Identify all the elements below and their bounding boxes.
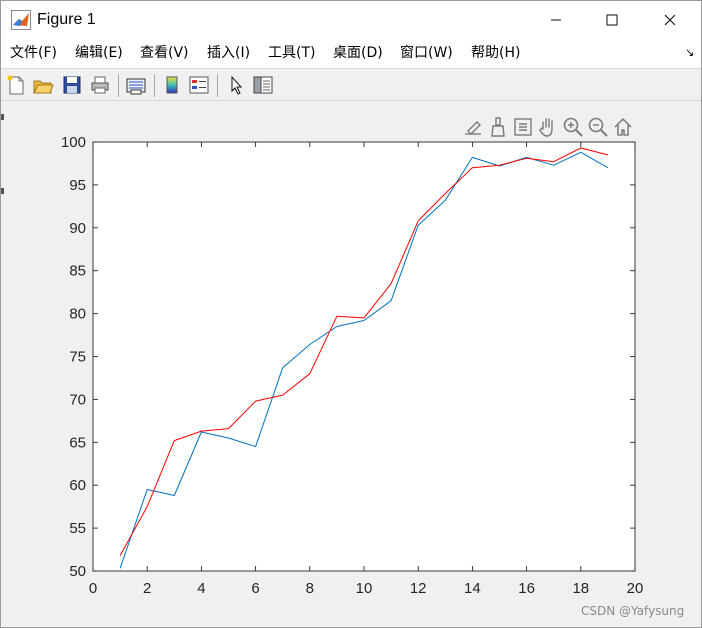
- maximize-icon: [606, 14, 618, 25]
- y-tick-label: 80: [69, 306, 86, 323]
- title-bar[interactable]: Figure 1: [1, 1, 701, 38]
- x-tick-label: 6: [251, 580, 259, 597]
- x-tick-label: 10: [356, 580, 373, 597]
- axes-background: [93, 142, 635, 571]
- menu-tools[interactable]: 工具(T): [268, 44, 315, 62]
- x-tick-label: 0: [89, 580, 97, 597]
- x-tick-label: 12: [410, 580, 427, 597]
- y-tick-label: 85: [69, 263, 86, 280]
- menu-expand-icon[interactable]: ↘: [685, 46, 694, 59]
- toolbar-separator: [217, 74, 218, 97]
- menu-desktop[interactable]: 桌面(D): [333, 44, 383, 62]
- menu-view[interactable]: 查看(V): [140, 44, 189, 62]
- toolbar-separator: [118, 74, 119, 97]
- window-title: Figure 1: [37, 11, 96, 28]
- print-icon[interactable]: [89, 74, 111, 96]
- watermark-text: CSDN @Yafysung: [581, 604, 685, 618]
- x-tick-label: 20: [627, 580, 644, 597]
- y-tick-label: 75: [69, 349, 86, 366]
- y-tick-label: 55: [69, 520, 86, 537]
- x-tick-label: 18: [572, 580, 589, 597]
- pointer-icon[interactable]: [225, 74, 247, 96]
- new-figure-icon[interactable]: [5, 74, 27, 96]
- y-tick-label: 60: [69, 477, 86, 494]
- y-tick-label: 95: [69, 177, 86, 194]
- x-tick-label: 16: [518, 580, 535, 597]
- maximize-button[interactable]: [589, 1, 635, 38]
- menu-insert[interactable]: 插入(I): [207, 44, 250, 62]
- menu-help[interactable]: 帮助(H): [471, 44, 520, 62]
- y-tick-label: 65: [69, 434, 86, 451]
- close-icon: [664, 14, 676, 25]
- close-button[interactable]: [647, 1, 693, 38]
- y-tick-label: 50: [69, 563, 86, 580]
- open-file-icon[interactable]: [32, 74, 54, 96]
- line-chart[interactable]: 0 2 4 6 8 10 12 14 16 18 20 50 55 60 65 70 75 80 85 90 95 100: [1, 101, 701, 627]
- matlab-logo-icon: [11, 10, 31, 30]
- colorbar-icon[interactable]: [161, 74, 183, 96]
- menu-window[interactable]: 窗口(W): [400, 44, 453, 62]
- figure-window: Figure 1 文件(F) 编辑(E) 查看(V) 插入(I) 工具(T) 桌…: [0, 0, 702, 628]
- figure-toolbar: [1, 68, 701, 101]
- link-plot-icon[interactable]: [125, 74, 147, 96]
- x-tick-label: 8: [306, 580, 314, 597]
- y-tick-label: 100: [61, 134, 86, 151]
- save-icon[interactable]: [61, 74, 83, 96]
- y-tick-label: 70: [69, 391, 86, 408]
- y-tick-label: 90: [69, 220, 86, 237]
- menu-edit[interactable]: 编辑(E): [75, 44, 123, 62]
- x-tick-label: 2: [143, 580, 151, 597]
- minimize-button[interactable]: [533, 1, 579, 38]
- toolbar-separator: [154, 74, 155, 97]
- minimize-icon: [551, 19, 561, 20]
- x-tick-label: 14: [464, 580, 481, 597]
- legend-icon[interactable]: [188, 74, 210, 96]
- x-tick-label: 4: [197, 580, 205, 597]
- property-inspector-icon[interactable]: [252, 74, 274, 96]
- menu-bar: 文件(F) 编辑(E) 查看(V) 插入(I) 工具(T) 桌面(D) 窗口(W…: [1, 38, 701, 68]
- menu-file[interactable]: 文件(F): [10, 44, 57, 62]
